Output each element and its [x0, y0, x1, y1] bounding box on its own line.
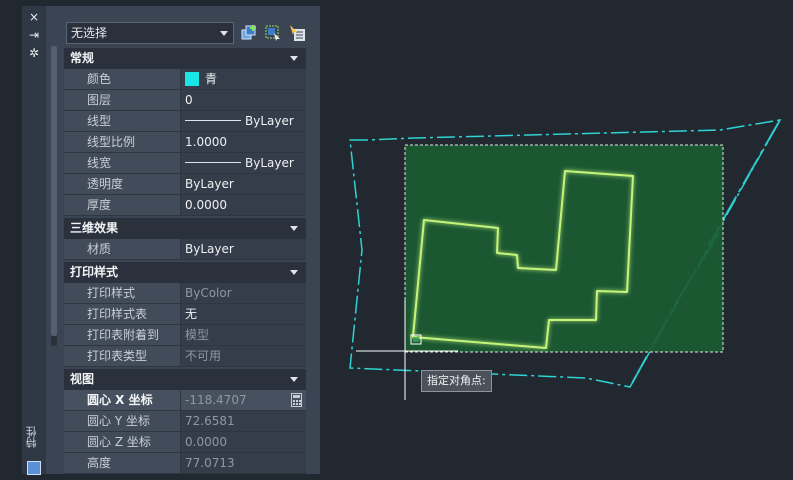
collapse-arrow-icon[interactable]	[290, 270, 298, 275]
property-value: 不可用	[181, 346, 306, 366]
property-row-linetype-scale[interactable]: 线型比例 1.0000	[64, 132, 306, 153]
property-label: 圆心 Z 坐标	[64, 432, 181, 452]
property-row-color[interactable]: 颜色 青	[64, 69, 306, 90]
calculator-icon[interactable]	[291, 393, 302, 407]
drawing-canvas[interactable]	[320, 0, 793, 480]
property-value[interactable]: 青	[181, 69, 306, 89]
property-label: 圆心 X 坐标	[64, 390, 181, 410]
property-value[interactable]: -118.4707	[181, 390, 306, 410]
selection-value: 无选择	[71, 26, 108, 40]
property-row-layer[interactable]: 图层 0	[64, 90, 306, 111]
property-row-plot-style[interactable]: 打印样式 ByColor	[64, 283, 306, 304]
property-row-plot-table-attached[interactable]: 打印表附着到 模型	[64, 325, 306, 346]
property-label: 高度	[64, 453, 181, 473]
section-plot-style[interactable]: 打印样式	[64, 262, 306, 283]
properties-menu-icon[interactable]: ✲	[26, 46, 42, 60]
property-label: 透明度	[64, 174, 181, 194]
property-label: 线型比例	[64, 132, 181, 152]
property-value: 模型	[181, 325, 306, 345]
linetype-value: ByLayer	[245, 114, 294, 128]
close-icon[interactable]: ×	[26, 10, 42, 24]
property-label: 打印样式表	[64, 304, 181, 324]
property-label: 颜色	[64, 69, 181, 89]
center-x-value: -118.4707	[185, 393, 247, 407]
property-label: 线宽	[64, 153, 181, 173]
collapse-arrow-icon[interactable]	[290, 226, 298, 231]
property-row-center-y[interactable]: 圆心 Y 坐标 72.6581	[64, 411, 306, 432]
property-label: 线型	[64, 111, 181, 131]
toggle-pickadd-icon[interactable]	[240, 24, 258, 42]
property-row-transparency[interactable]: 透明度 ByLayer	[64, 174, 306, 195]
property-row-thickness[interactable]: 厚度 0.0000	[64, 195, 306, 216]
property-row-height[interactable]: 高度 77.0713	[64, 453, 306, 474]
property-label: 材质	[64, 239, 181, 259]
section-view[interactable]: 视图	[64, 369, 306, 390]
property-row-center-x[interactable]: 圆心 X 坐标 -118.4707	[64, 390, 306, 411]
property-row-plot-style-table[interactable]: 打印样式表无	[64, 304, 306, 325]
palette-title-strip: × ⇥ ✲ 特性	[22, 6, 46, 475]
section-3d-effects[interactable]: 三维效果	[64, 218, 306, 239]
property-label: 厚度	[64, 195, 181, 215]
property-row-material[interactable]: 材质 ByLayer	[64, 239, 306, 260]
collapse-arrow-icon[interactable]	[290, 377, 298, 382]
property-value[interactable]: ByLayer	[181, 174, 306, 194]
select-objects-icon[interactable]	[264, 24, 282, 42]
property-value: 77.0713	[181, 453, 306, 473]
properties-palette-icon[interactable]	[27, 461, 41, 475]
section-general[interactable]: 常规	[64, 48, 306, 69]
color-value: 青	[205, 72, 218, 86]
property-value[interactable]: 无	[181, 304, 306, 324]
property-label: 图层	[64, 90, 181, 110]
property-value[interactable]: 1.0000	[181, 132, 306, 152]
property-label: 圆心 Y 坐标	[64, 411, 181, 431]
auto-hide-icon[interactable]: ⇥	[26, 28, 42, 42]
property-value: 72.6581	[181, 411, 306, 431]
property-value[interactable]: 0.0000	[181, 195, 306, 215]
property-row-lineweight[interactable]: 线宽 ByLayer	[64, 153, 306, 174]
property-label: 打印表附着到	[64, 325, 181, 345]
property-value[interactable]: ByLayer	[181, 111, 306, 131]
property-value: ByColor	[181, 283, 306, 303]
property-value[interactable]: ByLayer	[181, 239, 306, 259]
properties-palette: 无选择 常规 颜色青 图层 0 线型 ByLayer 线型比例 1.0000 线宽 By…	[46, 6, 320, 474]
command-tooltip: 指定对角点:	[421, 370, 492, 392]
scrollbar-thumb[interactable]	[51, 46, 57, 336]
property-value[interactable]: ByLayer	[181, 153, 306, 173]
palette-title: 特性	[25, 426, 38, 448]
property-label: 打印表类型	[64, 346, 181, 366]
property-label: 打印样式	[64, 283, 181, 303]
chevron-down-icon	[220, 31, 228, 36]
property-row-center-z[interactable]: 圆心 Z 坐标 0.0000	[64, 432, 306, 453]
property-value: 0.0000	[181, 432, 306, 452]
collapse-arrow-icon[interactable]	[290, 56, 298, 61]
linetype-preview	[185, 120, 241, 121]
color-swatch	[185, 72, 199, 86]
lineweight-preview	[185, 162, 241, 163]
selection-dropdown[interactable]: 无选择	[66, 22, 234, 44]
properties-list: 常规 颜色青 图层 0 线型 ByLayer 线型比例 1.0000 线宽 ByLaye…	[64, 48, 306, 474]
property-row-linetype[interactable]: 线型 ByLayer	[64, 111, 306, 132]
palette-scrollbar[interactable]	[51, 46, 57, 346]
property-row-plot-table-type[interactable]: 打印表类型 不可用	[64, 346, 306, 367]
property-value[interactable]: 0	[181, 90, 306, 110]
quick-select-icon[interactable]	[288, 24, 306, 42]
lineweight-value: ByLayer	[245, 156, 294, 170]
